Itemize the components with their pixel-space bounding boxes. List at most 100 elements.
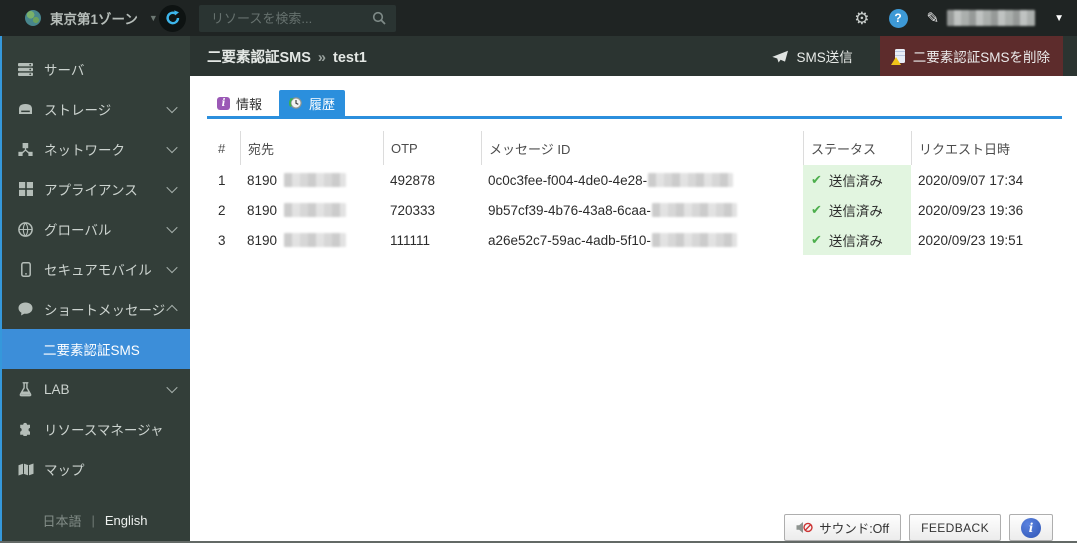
chevron-down-icon: ▼	[148, 13, 158, 23]
search-icon	[372, 11, 386, 25]
muted-speaker-icon	[796, 522, 813, 533]
row-otp: 720333	[390, 202, 436, 218]
refresh-button[interactable]	[159, 4, 186, 32]
help-icon[interactable]: ?	[888, 8, 908, 28]
row-status: ✔ 送信済み	[803, 225, 911, 255]
zone-globe-icon	[25, 10, 41, 26]
breadcrumb-current: test1	[333, 49, 367, 66]
sidebar-item-network[interactable]: ネットワーク	[0, 129, 190, 169]
sidebar-item-two-factor-sms[interactable]: 二要素認証SMS	[0, 329, 190, 369]
sidebar-item-resource-manager[interactable]: リソースマネージャ	[0, 409, 190, 449]
chevron-up-icon	[166, 304, 178, 317]
sidebar-item-map[interactable]: マップ	[0, 449, 190, 489]
chevron-down-icon	[166, 141, 178, 154]
column-header-otp: OTP	[383, 131, 481, 165]
row-to: 8190	[240, 165, 383, 195]
column-header-requested: リクエスト日時	[911, 131, 1062, 165]
gear-icon[interactable]: ⚙	[854, 10, 869, 27]
delete-two-factor-sms-button[interactable]: 二要素認証SMSを削除	[879, 36, 1063, 76]
sms-send-button[interactable]: SMS送信	[766, 45, 858, 67]
tab-bar: i 情報 履歴	[207, 90, 346, 116]
sidebar-item-short-message[interactable]: ショートメッセージ	[0, 289, 190, 329]
speech-bubble-icon	[17, 302, 34, 316]
network-icon	[17, 142, 34, 156]
redacted-msgid	[648, 173, 734, 187]
language-divider: |	[91, 513, 95, 528]
sidebar: サーバ ストレージ ネットワーク アプライアンス グローバル セキュアモバイル …	[0, 36, 190, 543]
sidebar-item-lab[interactable]: LAB	[0, 369, 190, 409]
tab-info[interactable]: i 情報	[207, 90, 272, 116]
chevron-down-icon	[166, 221, 178, 234]
top-bar: 東京第1ゾーン ▼ ⚙ ? ✎ ▼	[0, 0, 1077, 36]
redacted-msgid	[651, 203, 737, 217]
refresh-icon	[165, 10, 179, 25]
row-to: 8190	[240, 225, 383, 255]
column-header-msgid: メッセージ ID	[481, 131, 803, 165]
chevron-down-icon	[166, 381, 178, 394]
info-button[interactable]: i	[1009, 514, 1053, 541]
top-bar-right: ⚙ ? ✎ ▼	[854, 8, 1077, 28]
column-header-num: #	[218, 140, 226, 156]
row-requested: 2020/09/23 19:36	[918, 202, 1024, 218]
language-switcher: 日本語 | English	[0, 511, 190, 530]
app-window: 東京第1ゾーン ▼ ⚙ ? ✎ ▼	[0, 0, 1077, 543]
sound-toggle-button[interactable]: サウンド:Off	[784, 514, 902, 541]
history-table: # 宛先 OTP メッセージ ID ステータス リクエスト日時 1 8190 4…	[207, 131, 1062, 255]
footer-buttons: サウンド:Off FEEDBACK i	[784, 514, 1053, 541]
column-header-status: ステータス	[803, 131, 911, 165]
map-icon	[17, 463, 34, 476]
redacted-phone	[284, 233, 347, 247]
row-msgid: 9b57cf39-4b76-43a8-6caa-	[481, 195, 803, 225]
sidebar-item-server[interactable]: サーバ	[0, 49, 190, 89]
redacted-phone	[284, 203, 347, 217]
main-content: i 情報 履歴 # 宛先 OTP メッセージ ID ステータス リクエスト日時 …	[190, 76, 1077, 543]
breadcrumb-separator: »	[317, 49, 326, 66]
row-to: 8190	[240, 195, 383, 225]
check-icon: ✔	[811, 202, 822, 217]
appliance-grid-icon	[17, 182, 34, 196]
account-name-redacted[interactable]	[947, 10, 1036, 26]
row-otp: 492878	[390, 172, 436, 188]
feedback-button[interactable]: FEEDBACK	[909, 514, 1001, 541]
language-japanese[interactable]: 日本語	[42, 511, 81, 530]
mobile-icon	[17, 261, 34, 277]
row-status: ✔ 送信済み	[803, 165, 911, 195]
zone-selector[interactable]: 東京第1ゾーン ▼	[0, 8, 159, 28]
sidebar-item-global[interactable]: グローバル	[0, 209, 190, 249]
paper-plane-icon	[772, 50, 789, 62]
server-icon	[17, 62, 34, 76]
row-num: 2	[218, 202, 226, 218]
quill-icon: ✎	[926, 9, 940, 27]
history-clock-icon	[289, 97, 302, 109]
account-menu-chevron-icon[interactable]: ▼	[1054, 13, 1064, 24]
chevron-down-icon	[166, 101, 178, 114]
flask-icon	[17, 381, 34, 397]
page-header: 二要素認証SMS » test1 SMS送信 二要素認証SMSを削除	[190, 36, 1077, 76]
puzzle-icon	[17, 422, 34, 436]
chevron-down-icon	[166, 261, 178, 274]
check-icon: ✔	[811, 232, 822, 247]
breadcrumb-root: 二要素認証SMS	[207, 49, 311, 66]
row-requested: 2020/09/07 17:34	[918, 172, 1024, 188]
row-msgid: 0c0c3fee-f004-4de0-4e28-	[481, 165, 803, 195]
info-icon: i	[217, 96, 230, 110]
row-requested: 2020/09/23 19:51	[918, 232, 1024, 248]
check-icon: ✔	[811, 172, 822, 187]
sidebar-item-storage[interactable]: ストレージ	[0, 89, 190, 129]
chevron-down-icon	[166, 181, 178, 194]
sidebar-nav: サーバ ストレージ ネットワーク アプライアンス グローバル セキュアモバイル …	[0, 36, 190, 489]
storage-icon	[17, 103, 34, 115]
info-circle-icon: i	[1021, 517, 1041, 538]
language-english[interactable]: English	[105, 513, 148, 528]
tab-history[interactable]: 履歴	[279, 90, 346, 116]
breadcrumb: 二要素認証SMS » test1	[207, 46, 367, 67]
redacted-msgid	[651, 233, 737, 247]
sidebar-item-appliance[interactable]: アプライアンス	[0, 169, 190, 209]
sidebar-accent-edge	[0, 36, 2, 543]
row-num: 1	[218, 172, 226, 188]
row-otp: 111111	[390, 232, 431, 248]
search-input[interactable]	[209, 9, 372, 27]
column-header-to: 宛先	[240, 131, 383, 165]
tab-underline	[207, 116, 1062, 119]
sidebar-item-secure-mobile[interactable]: セキュアモバイル	[0, 249, 190, 289]
